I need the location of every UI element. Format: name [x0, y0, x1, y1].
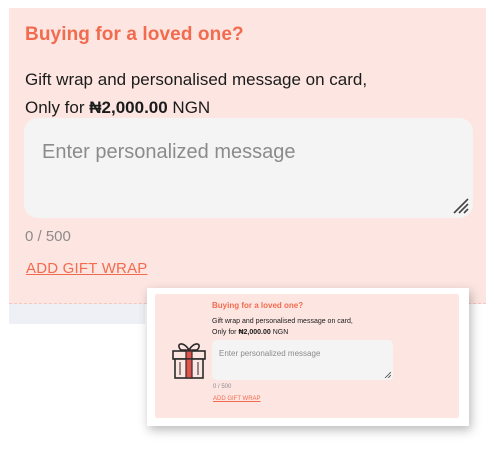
preview-message-placeholder: Enter personalized message: [219, 349, 321, 358]
price-currency: NGN: [167, 98, 211, 117]
description-line-1: Gift wrap and personalised message on ca…: [25, 70, 368, 89]
resize-grip-icon[interactable]: [451, 196, 469, 214]
preview-description: Gift wrap and personalised message on ca…: [212, 316, 353, 338]
preview-description-line-2: Only for ₦2,000.00 NGN: [212, 327, 353, 338]
preview-description-line-1: Gift wrap and personalised message on ca…: [212, 318, 353, 325]
price-amount: ₦2,000.00: [89, 98, 168, 117]
price-prefix: Only for: [25, 98, 90, 117]
add-gift-wrap-link[interactable]: ADD GIFT WRAP: [26, 260, 148, 277]
character-counter: 0 / 500: [25, 228, 71, 245]
preview-price-currency: NGN: [270, 329, 289, 336]
gift-wrap-preview-card: Buying for a loved one? Gift wrap and pe…: [147, 288, 469, 426]
preview-price-prefix: Only for: [212, 329, 239, 336]
panel-bottom-strip: [9, 304, 145, 324]
gift-wrap-panel: Buying for a loved one? Gift wrap and pe…: [9, 8, 486, 304]
gift-wrap-title: Buying for a loved one?: [25, 24, 244, 45]
preview-price-amount: ₦2,000.00: [238, 329, 271, 336]
message-placeholder: Enter personalized message: [42, 141, 296, 163]
gift-box-icon: [172, 343, 206, 379]
personalized-message-input[interactable]: Enter personalized message: [24, 118, 473, 218]
preview-message-input[interactable]: Enter personalized message: [212, 340, 393, 380]
preview-resize-grip-icon[interactable]: [384, 371, 391, 378]
preview-character-counter: 0 / 500: [213, 384, 232, 390]
preview-add-gift-wrap-link[interactable]: ADD GIFT WRAP: [213, 396, 261, 402]
gift-wrap-description: Gift wrap and personalised message on ca…: [25, 66, 367, 122]
preview-title: Buying for a loved one?: [212, 301, 304, 310]
preview-card-panel: Buying for a loved one? Gift wrap and pe…: [155, 294, 459, 418]
